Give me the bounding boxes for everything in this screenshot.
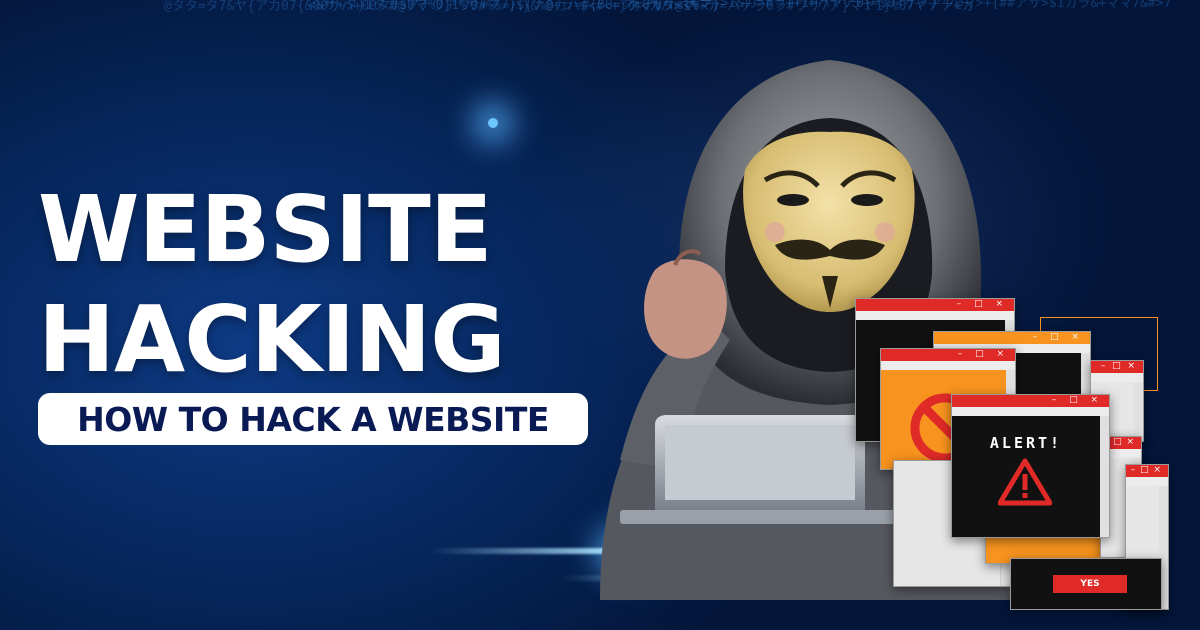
hero-banner: タラ$1}@ヤナ<&1ワタ%カ#ワサ1=+アラ=サラ#%ナサ+ラカ<ママ1=タ}… bbox=[0, 0, 1200, 630]
matrix-code-column: %>ハ$ハナ%=}&サ#>ラ7#17マ#1#ナア%%ハ0カ1アア<ナ0{=タ<#… bbox=[868, 0, 1200, 2]
light-glow bbox=[488, 118, 498, 128]
subtitle-text: HOW TO HACK A WEBSITE bbox=[77, 399, 549, 439]
yes-button[interactable]: YES bbox=[1053, 575, 1127, 593]
matrix-code-column: =ナ}>1&カ>#ラ++1=ハヤア0}=$0<サアアワ@マ>+{##アサ>$1カ… bbox=[692, 0, 1172, 11]
headline-line-2: HACKING bbox=[38, 286, 506, 393]
subtitle-pill: HOW TO HACK A WEBSITE bbox=[38, 393, 588, 445]
alert-label: ALERT! bbox=[989, 434, 1063, 452]
matrix-code-column: {ア@ラ1ハ>ハワワナワ<ヤ7サ171%>{%ヤ+$=}#{=タ##=ラサカ}タ… bbox=[1140, 0, 1200, 1]
popup-window-alert: – □ × ALERT! bbox=[951, 394, 1110, 538]
matrix-code-column: @タタ=タ7&ヤ{アカ07{&00サハ+00タ#@アナワアワ0#%%=ハ}&%0… bbox=[164, 0, 695, 14]
matrix-code-column: カ<カタ@1%+ナ=ハナラ0ラ#ワサ7ア}マヤ1}%07ヤナナ+カ bbox=[628, 0, 975, 14]
warning-icon bbox=[998, 458, 1052, 506]
matrix-code-column: <&サ+タ}1タカ$0マ%0}1%サ+マ7}${ナ@+ラ=#{00=タ<ア0サ<… bbox=[308, 0, 720, 13]
headline-line-1: WEBSITE bbox=[38, 176, 493, 283]
